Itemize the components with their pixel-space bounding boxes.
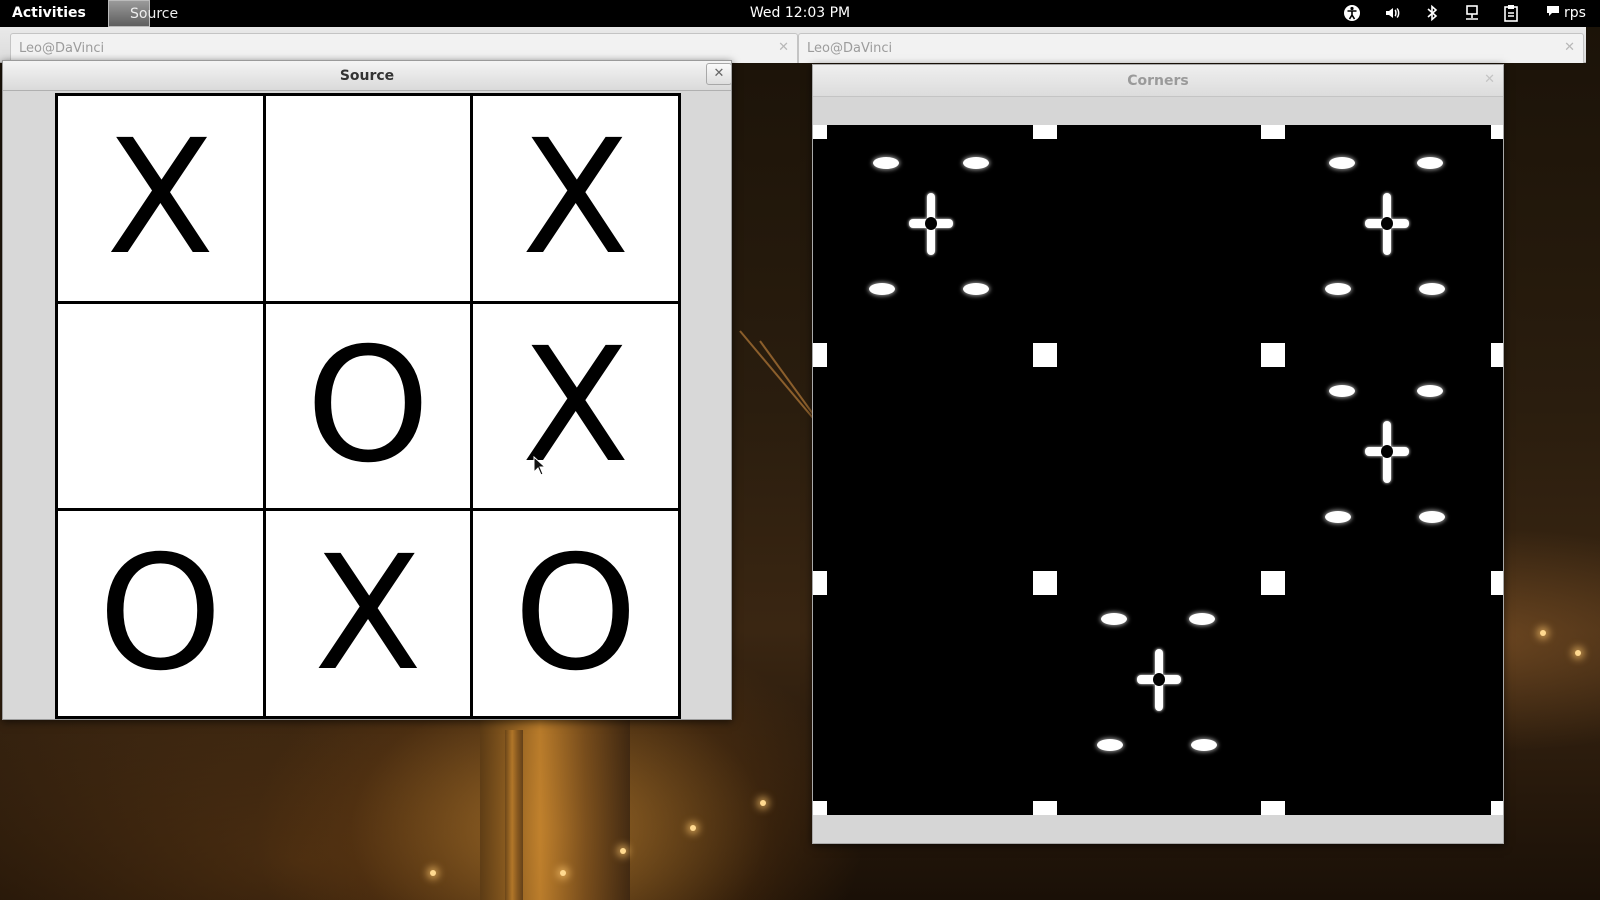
tab-close-icon[interactable]: ✕ xyxy=(1564,40,1575,55)
corners-titlebar[interactable]: Corners ✕ xyxy=(813,65,1503,97)
window-title: Corners xyxy=(1127,73,1189,89)
tab-label: Leo@DaVinci xyxy=(19,41,105,56)
road-light xyxy=(430,870,436,876)
cross-feature xyxy=(909,193,953,255)
bridge-tower xyxy=(505,730,523,900)
terminal-tab[interactable]: Leo@DaVinci ✕ xyxy=(798,33,1584,63)
network-icon[interactable] xyxy=(1462,4,1482,24)
corner-blob xyxy=(1419,511,1445,523)
corner-marker xyxy=(1033,343,1057,367)
road-light xyxy=(1540,630,1546,636)
corner-blob xyxy=(1097,739,1123,751)
clock[interactable]: Wed 12:03 PM xyxy=(750,5,850,21)
corner-marker xyxy=(1491,801,1503,815)
corner-marker xyxy=(1261,801,1285,815)
accessibility-icon[interactable] xyxy=(1342,4,1362,24)
source-window[interactable]: Source ✕ X X O X O X O xyxy=(2,60,732,720)
corner-marker xyxy=(1033,571,1057,595)
bluetooth-icon[interactable] xyxy=(1422,4,1442,24)
corner-blob xyxy=(1325,283,1351,295)
activities-button[interactable]: Activities xyxy=(12,5,86,21)
road-light xyxy=(690,825,696,831)
clipboard-icon[interactable] xyxy=(1501,4,1521,24)
corner-blob xyxy=(963,157,989,169)
corner-blob xyxy=(1325,511,1351,523)
corner-marker xyxy=(1491,343,1503,367)
corner-blob xyxy=(873,157,899,169)
corner-blob xyxy=(1101,613,1127,625)
board-cell: O xyxy=(473,511,678,716)
volume-icon[interactable] xyxy=(1383,4,1403,24)
tab-label: Leo@DaVinci xyxy=(807,41,893,56)
tic-tac-toe-board: X X O X O X O xyxy=(55,93,681,719)
corner-marker xyxy=(1261,571,1285,595)
window-title: Source xyxy=(339,68,395,84)
corner-marker xyxy=(1491,571,1503,595)
bridge-tower xyxy=(480,720,630,900)
terminal-tab[interactable]: Leo@DaVinci ✕ xyxy=(10,33,798,63)
user-menu[interactable]: rps xyxy=(1546,5,1586,21)
board-cell: X xyxy=(58,96,263,301)
corner-marker xyxy=(813,571,827,595)
corners-window[interactable]: Corners ✕ xyxy=(812,64,1504,844)
close-icon[interactable]: ✕ xyxy=(706,63,732,85)
app-menu[interactable]: Source xyxy=(108,0,228,27)
road-light xyxy=(560,870,566,876)
corner-marker xyxy=(1261,125,1285,139)
app-menu-label: Source xyxy=(130,5,179,22)
board-cell: O xyxy=(265,303,471,509)
corner-marker xyxy=(1033,801,1057,815)
corners-canvas xyxy=(813,125,1503,815)
corner-blob xyxy=(869,283,895,295)
user-name: rps xyxy=(1564,5,1586,21)
corner-blob xyxy=(963,283,989,295)
close-icon[interactable]: ✕ xyxy=(1484,72,1495,87)
tab-close-icon[interactable]: ✕ xyxy=(778,40,789,55)
mouse-pointer-icon xyxy=(533,456,547,476)
corner-marker xyxy=(813,343,827,367)
board-cell: X xyxy=(473,96,678,301)
cross-feature xyxy=(1137,649,1181,711)
board-cell xyxy=(265,96,471,301)
corner-blob xyxy=(1189,613,1215,625)
chat-status-icon xyxy=(1546,5,1560,21)
corner-blob xyxy=(1417,385,1443,397)
terminal-tab-strip: Leo@DaVinci ✕ Leo@DaVinci ✕ xyxy=(0,27,1586,63)
corner-blob xyxy=(1329,385,1355,397)
board-cell: X xyxy=(265,511,471,716)
corner-blob xyxy=(1329,157,1355,169)
road-light xyxy=(620,848,626,854)
road-light xyxy=(760,800,766,806)
corner-marker xyxy=(1261,343,1285,367)
corner-blob xyxy=(1419,283,1445,295)
corner-blob xyxy=(1417,157,1443,169)
road-light xyxy=(1575,650,1581,656)
board-cell: O xyxy=(58,511,263,716)
corner-blob xyxy=(1191,739,1217,751)
source-titlebar[interactable]: Source ✕ xyxy=(3,61,732,91)
top-panel: Activities Source Wed 12:03 PM rps xyxy=(0,0,1600,27)
cross-feature xyxy=(1365,421,1409,483)
corner-marker xyxy=(813,125,827,139)
board-cell xyxy=(58,303,263,509)
corner-marker xyxy=(1033,125,1057,139)
corner-marker xyxy=(813,801,827,815)
board-cell: X xyxy=(473,303,678,509)
cross-feature xyxy=(1365,193,1409,255)
corner-marker xyxy=(1491,125,1503,139)
